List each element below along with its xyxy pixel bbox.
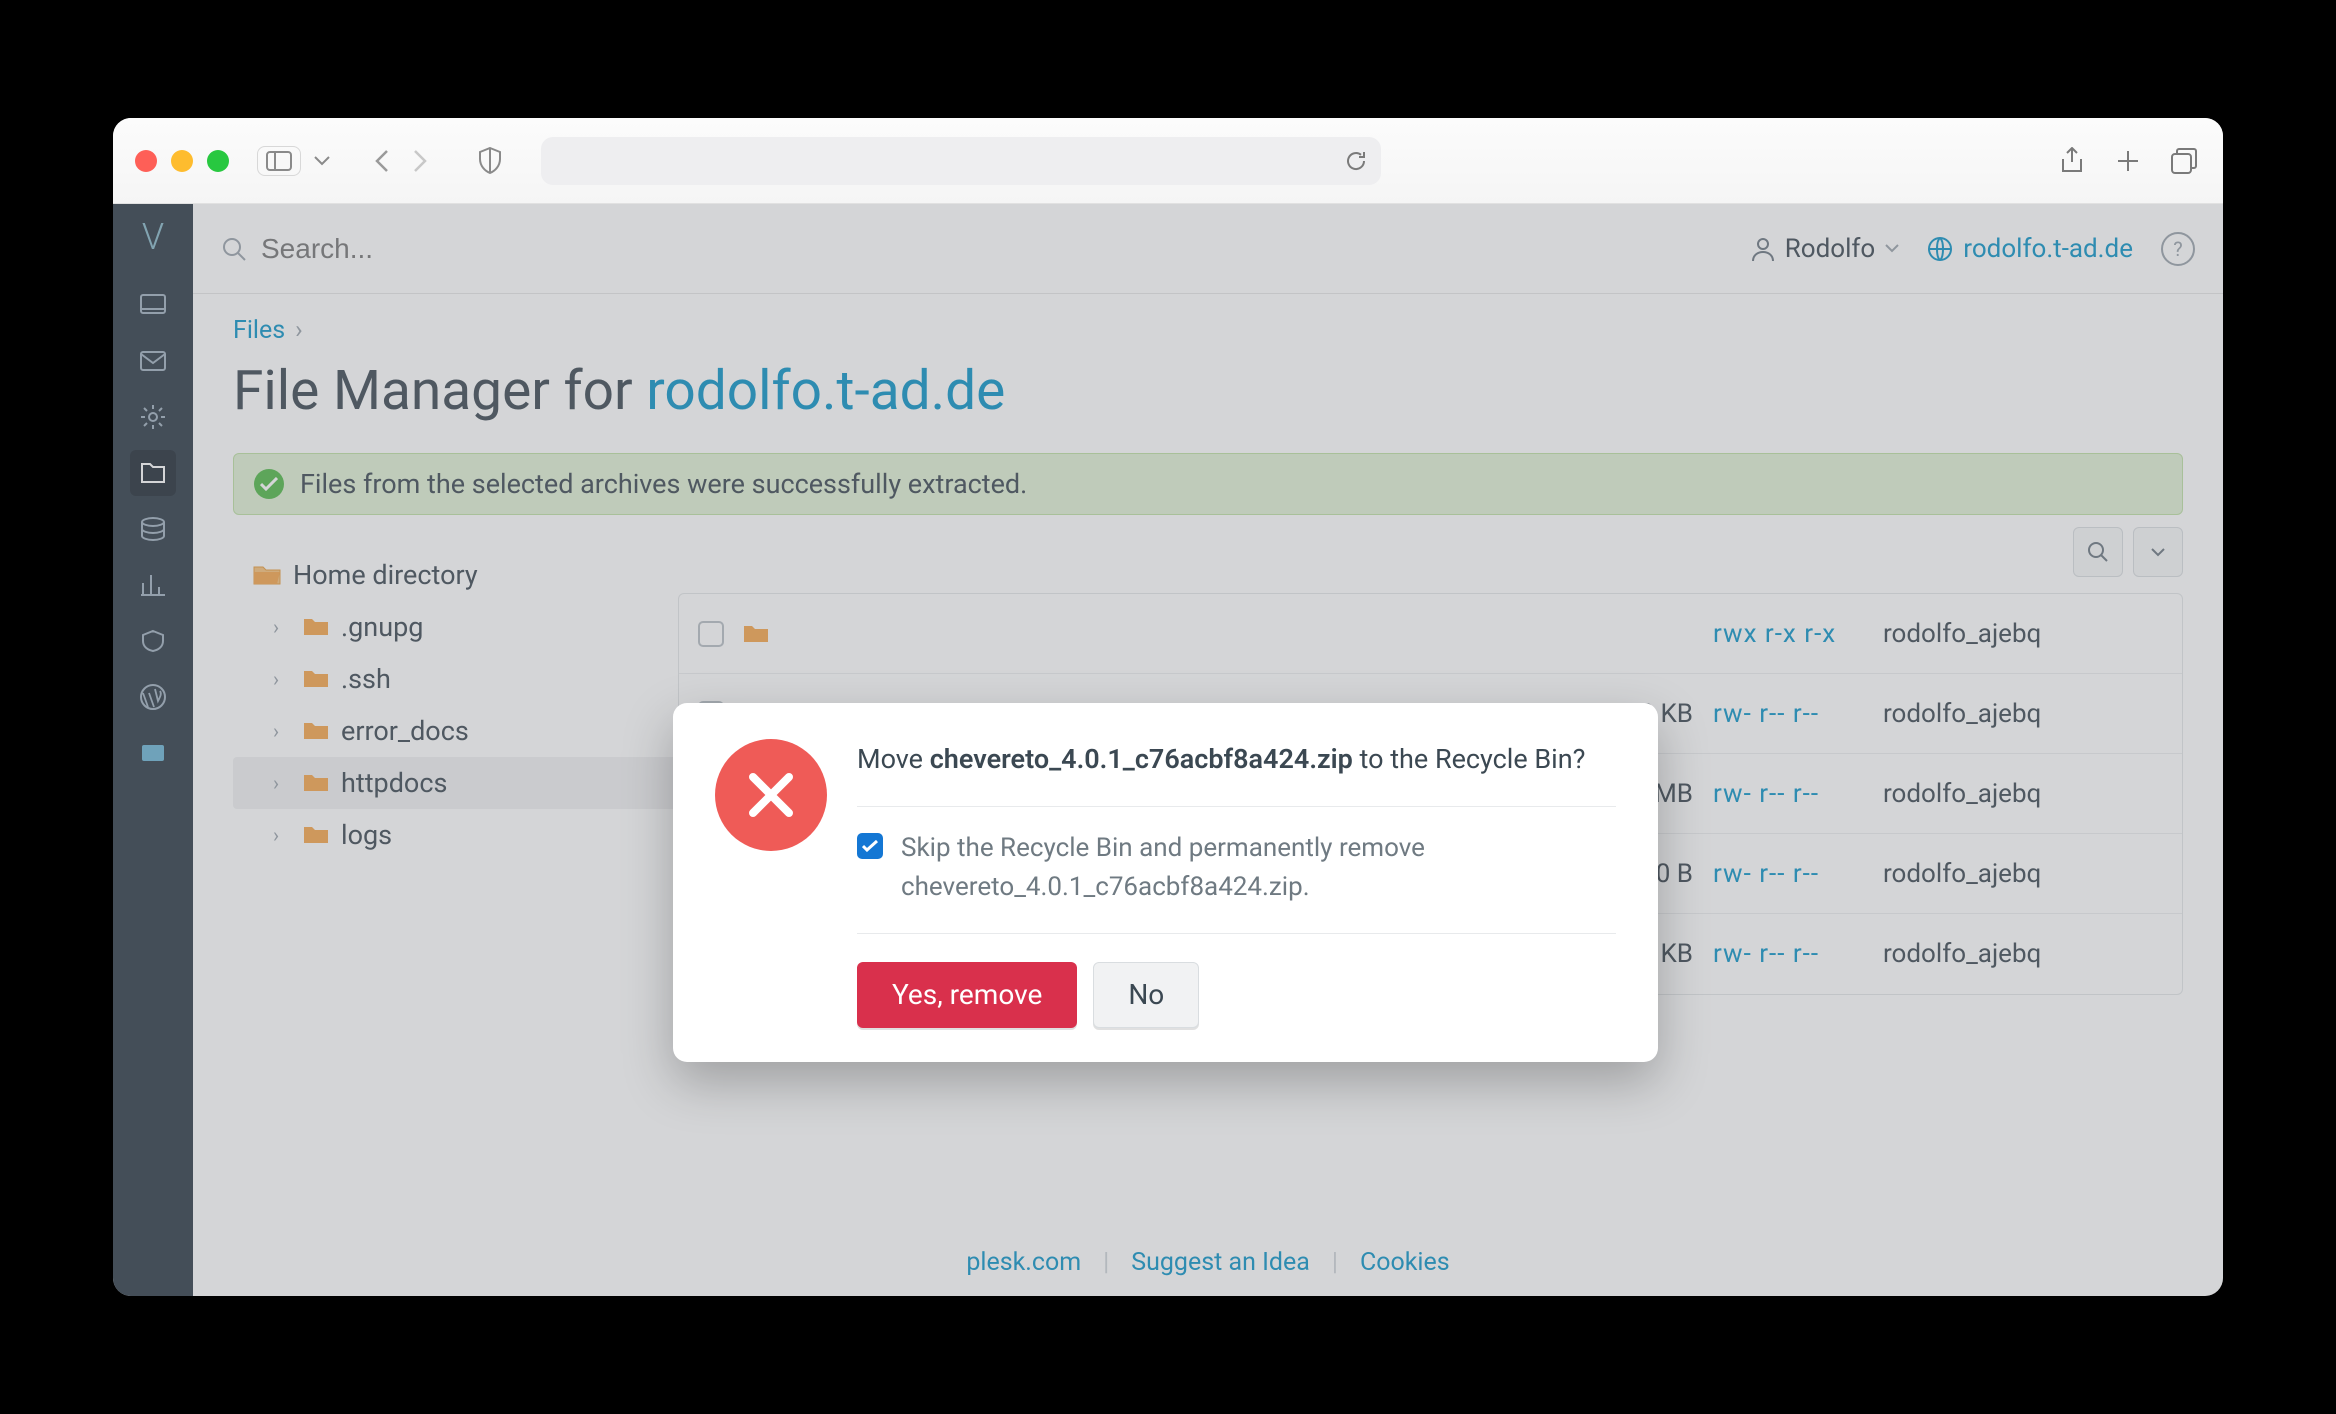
cancel-button[interactable]: No bbox=[1093, 962, 1199, 1028]
nav-back-button[interactable] bbox=[365, 144, 399, 178]
skip-recycle-option[interactable]: Skip the Recycle Bin and permanently rem… bbox=[857, 829, 1616, 907]
tabs-overview-icon[interactable] bbox=[2167, 144, 2201, 178]
url-bar[interactable] bbox=[541, 137, 1381, 185]
privacy-shield-icon[interactable] bbox=[473, 144, 507, 178]
modal-message: Move chevereto_4.0.1_c76acbf8a424.zip to… bbox=[857, 739, 1616, 780]
reload-icon[interactable] bbox=[1345, 150, 1367, 172]
nav-forward-button[interactable] bbox=[403, 144, 437, 178]
new-tab-icon[interactable] bbox=[2111, 144, 2145, 178]
chevron-down-icon[interactable] bbox=[305, 144, 339, 178]
confirm-remove-button[interactable]: Yes, remove bbox=[857, 962, 1077, 1028]
browser-window: V Rodolfo bbox=[113, 118, 2223, 1296]
sidebar-toggle-button[interactable] bbox=[257, 146, 301, 176]
share-icon[interactable] bbox=[2055, 144, 2089, 178]
error-circle-icon bbox=[715, 739, 827, 851]
window-close-button[interactable] bbox=[135, 150, 157, 172]
skip-recycle-label: Skip the Recycle Bin and permanently rem… bbox=[901, 829, 1616, 907]
window-zoom-button[interactable] bbox=[207, 150, 229, 172]
confirm-remove-dialog: Move chevereto_4.0.1_c76acbf8a424.zip to… bbox=[673, 703, 1658, 1062]
window-minimize-button[interactable] bbox=[171, 150, 193, 172]
traffic-lights bbox=[135, 150, 229, 172]
browser-chrome bbox=[113, 118, 2223, 204]
skip-recycle-checkbox[interactable] bbox=[857, 833, 883, 859]
